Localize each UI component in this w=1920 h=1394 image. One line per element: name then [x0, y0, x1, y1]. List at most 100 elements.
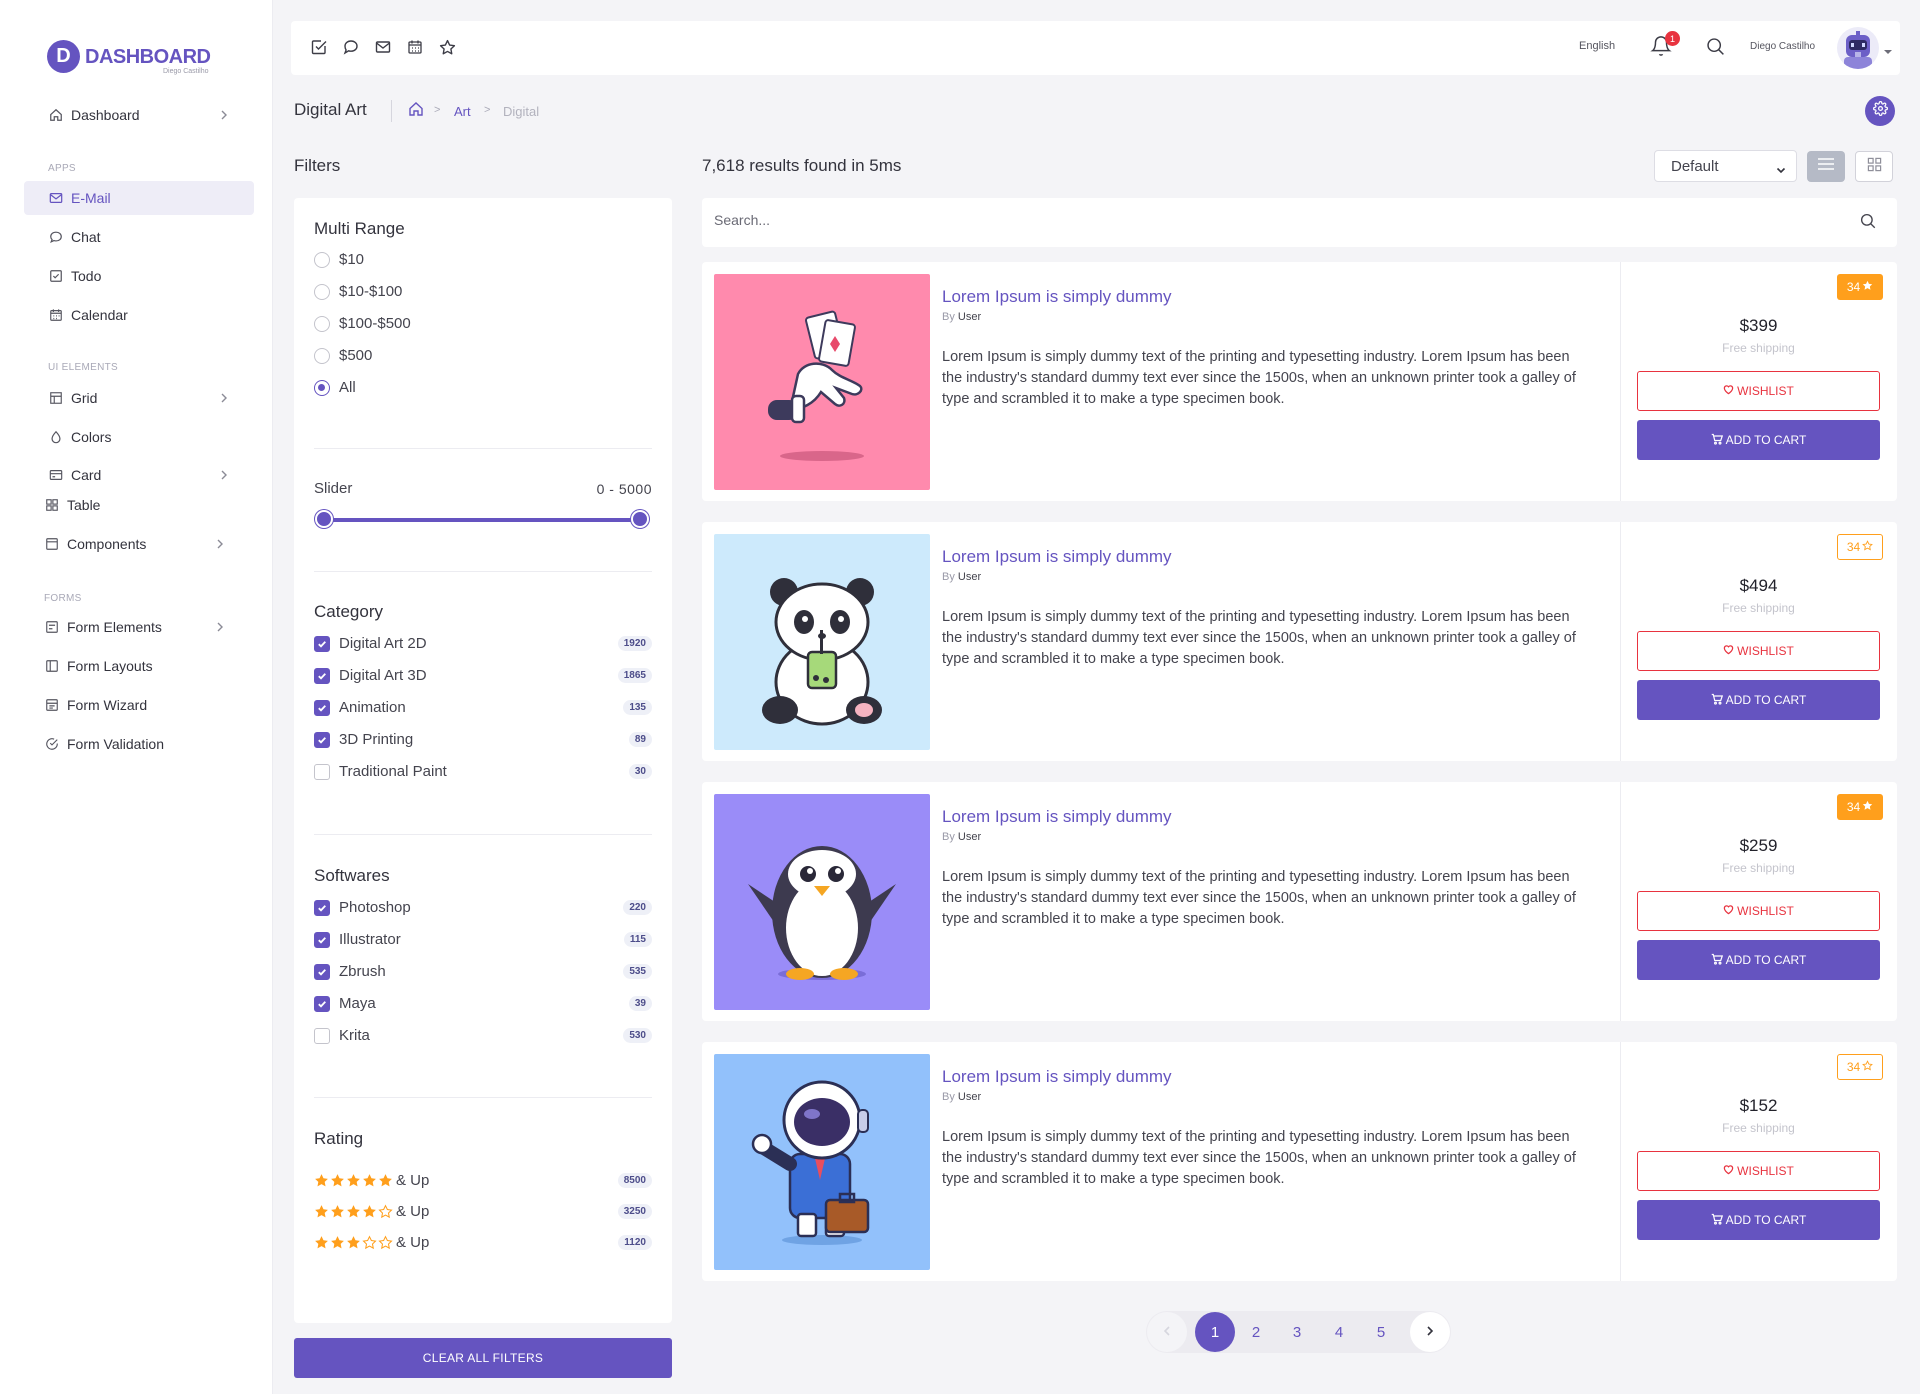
- range-option[interactable]: $500: [314, 347, 372, 364]
- sort-select[interactable]: Default: [1654, 150, 1797, 182]
- product-title[interactable]: Lorem Ipsum is simply dummy: [942, 547, 1172, 567]
- radio-button[interactable]: [314, 379, 330, 396]
- range-option[interactable]: $10-$100: [314, 283, 402, 300]
- filter-option[interactable]: Maya 39: [314, 995, 652, 1012]
- checkbox[interactable]: [314, 667, 330, 684]
- filter-option[interactable]: Traditional Paint 30: [314, 763, 652, 780]
- product-title[interactable]: Lorem Ipsum is simply dummy: [942, 1067, 1172, 1087]
- add-to-cart-button[interactable]: ADD TO CART: [1637, 940, 1880, 980]
- product-author[interactable]: User: [958, 311, 981, 323]
- checkbox[interactable]: [314, 899, 330, 916]
- slider-track[interactable]: [324, 518, 640, 522]
- radio-button[interactable]: [314, 347, 330, 364]
- radio-button[interactable]: [314, 283, 330, 300]
- wishlist-button[interactable]: WISHLIST: [1637, 371, 1880, 411]
- filter-option[interactable]: Animation 135: [314, 699, 652, 716]
- pagination-next[interactable]: [1410, 1312, 1450, 1352]
- chat-icon[interactable]: [341, 37, 361, 57]
- sidebar-item-card[interactable]: Card: [24, 458, 254, 492]
- sidebar-item-form-layouts[interactable]: Form Layouts: [20, 649, 250, 683]
- sidebar-item-colors[interactable]: Colors: [24, 420, 254, 454]
- filter-option-label: Maya: [339, 995, 376, 1012]
- sidebar-item-calendar[interactable]: Calendar: [24, 298, 254, 332]
- checkbox[interactable]: [314, 995, 330, 1012]
- filter-option[interactable]: Zbrush 535: [314, 963, 652, 980]
- avatar[interactable]: [1837, 27, 1879, 69]
- brand[interactable]: D DASHBOARD Diego Castilho: [47, 40, 211, 75]
- mail-icon[interactable]: [373, 37, 393, 57]
- pagination-page[interactable]: 3: [1277, 1312, 1317, 1352]
- range-option[interactable]: All: [314, 379, 356, 396]
- pagination-page[interactable]: 5: [1361, 1312, 1401, 1352]
- range-option[interactable]: $100-$500: [314, 315, 411, 332]
- checkbox[interactable]: [314, 963, 330, 980]
- sidebar-item-grid[interactable]: Grid: [24, 381, 254, 415]
- radio-button[interactable]: [314, 315, 330, 332]
- sidebar-item-dashboard[interactable]: Dashboard: [24, 98, 254, 132]
- breadcrumb-art[interactable]: Art: [454, 104, 471, 119]
- sidebar-item-form-validation[interactable]: Form Validation: [20, 727, 250, 761]
- add-to-cart-button[interactable]: ADD TO CART: [1637, 680, 1880, 720]
- search-icon[interactable]: [1859, 212, 1879, 232]
- checkbox[interactable]: [314, 763, 330, 780]
- range-option[interactable]: $10: [314, 251, 364, 268]
- pagination-prev[interactable]: [1147, 1312, 1187, 1352]
- sidebar-item-components[interactable]: Components: [20, 527, 250, 561]
- sidebar-item-chat[interactable]: Chat: [24, 220, 254, 254]
- todo-icon[interactable]: [309, 37, 329, 57]
- list-view-button[interactable]: [1807, 151, 1845, 182]
- pagination-page[interactable]: 1: [1195, 1312, 1235, 1352]
- add-to-cart-button[interactable]: ADD TO CART: [1637, 420, 1880, 460]
- rating-option[interactable]: & Up 1120: [314, 1234, 652, 1251]
- sidebar-item-form-elements[interactable]: Form Elements: [20, 610, 250, 644]
- pagination-page[interactable]: 4: [1319, 1312, 1359, 1352]
- filter-option[interactable]: Digital Art 3D 1865: [314, 667, 652, 684]
- wishlist-button[interactable]: WISHLIST: [1637, 1151, 1880, 1191]
- magician-hand-cards-image[interactable]: [714, 274, 930, 490]
- product-author[interactable]: User: [958, 831, 981, 843]
- language-selector[interactable]: English: [1579, 40, 1615, 52]
- settings-button[interactable]: [1865, 96, 1895, 126]
- pagination-page[interactable]: 2: [1236, 1312, 1276, 1352]
- filter-option[interactable]: Illustrator 115: [314, 931, 652, 948]
- filter-option[interactable]: Photoshop 220: [314, 899, 652, 916]
- filter-option[interactable]: Krita 530: [314, 1027, 652, 1044]
- sidebar-item-email[interactable]: E-Mail: [24, 181, 254, 215]
- wishlist-button[interactable]: WISHLIST: [1637, 631, 1880, 671]
- checkbox[interactable]: [314, 1027, 330, 1044]
- star-icon[interactable]: [437, 37, 457, 57]
- astronaut-businessman-image[interactable]: [714, 1054, 930, 1270]
- slider-handle-max[interactable]: [631, 510, 649, 528]
- product-author[interactable]: User: [958, 1091, 981, 1103]
- add-to-cart-button[interactable]: ADD TO CART: [1637, 1200, 1880, 1240]
- calendar-icon[interactable]: [405, 37, 425, 57]
- clear-all-filters-button[interactable]: CLEAR ALL FILTERS: [294, 1338, 672, 1378]
- rating-option[interactable]: & Up 8500: [314, 1172, 652, 1189]
- checkbox[interactable]: [314, 699, 330, 716]
- grid-view-button[interactable]: [1855, 151, 1893, 182]
- search-input[interactable]: [714, 212, 1814, 228]
- product-author[interactable]: User: [958, 571, 981, 583]
- shipping-label: Free shipping: [1722, 1121, 1795, 1135]
- wishlist-button[interactable]: WISHLIST: [1637, 891, 1880, 931]
- slider-handle-min[interactable]: [315, 510, 333, 528]
- radio-button[interactable]: [314, 251, 330, 268]
- checkbox[interactable]: [314, 635, 330, 652]
- checkbox[interactable]: [314, 731, 330, 748]
- sidebar-item-table[interactable]: Table: [20, 488, 250, 522]
- product-price: $259: [1739, 836, 1778, 855]
- penguin-image[interactable]: [714, 794, 930, 1010]
- panda-boba-image[interactable]: [714, 534, 930, 750]
- home-icon[interactable]: [408, 101, 424, 117]
- sidebar-item-todo[interactable]: Todo: [24, 259, 254, 293]
- chevron-down-icon[interactable]: [1883, 43, 1893, 54]
- rating-option[interactable]: & Up 3250: [314, 1203, 652, 1220]
- product-title[interactable]: Lorem Ipsum is simply dummy: [942, 287, 1172, 307]
- user-name[interactable]: Diego Castilho: [1750, 41, 1815, 52]
- sidebar-item-form-wizard[interactable]: Form Wizard: [20, 688, 250, 722]
- product-title[interactable]: Lorem Ipsum is simply dummy: [942, 807, 1172, 827]
- filter-option[interactable]: 3D Printing 89: [314, 731, 652, 748]
- checkbox[interactable]: [314, 931, 330, 948]
- filter-option[interactable]: Digital Art 2D 1920: [314, 635, 652, 652]
- search-icon[interactable]: [1705, 36, 1727, 58]
